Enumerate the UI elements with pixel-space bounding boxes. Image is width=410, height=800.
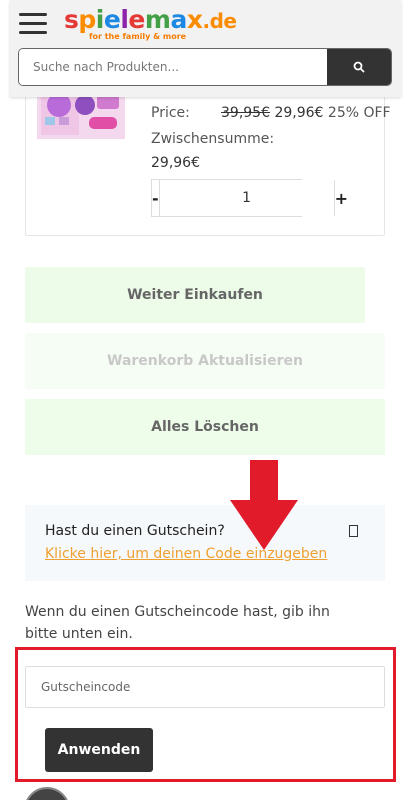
continue-shopping-button[interactable]: Weiter Einkaufen (25, 267, 365, 323)
search-input[interactable] (19, 49, 327, 85)
subtotal-value: 29,96€ (151, 155, 200, 171)
site-logo[interactable]: spielemax.de for the family & more (64, 5, 237, 43)
update-cart-button[interactable]: Warenkorb Aktualisieren (25, 333, 385, 389)
coupon-help-text: Wenn du einen Gutscheincode hast, gib ih… (25, 604, 330, 642)
annotation-arrow-icon (230, 460, 298, 550)
search-button[interactable] (327, 49, 391, 85)
coupon-code-input[interactable] (25, 666, 385, 708)
decrease-quantity-button[interactable]: - (152, 180, 159, 216)
subtotal-label: Zwischensumme: (151, 131, 275, 147)
price-row: Price: 39,95€ 29,96€ 25% OFF (151, 105, 391, 121)
sale-price: 29,96€ (274, 105, 324, 121)
quantity-stepper: - + (151, 179, 348, 217)
price-label: Price: (151, 105, 190, 121)
hamburger-menu-icon[interactable] (19, 13, 49, 35)
floating-badge[interactable] (24, 787, 70, 800)
apply-coupon-button[interactable]: Anwenden (45, 728, 153, 772)
site-header: spielemax.de for the family & more (10, 0, 401, 97)
increase-quantity-button[interactable]: + (335, 180, 348, 216)
clear-cart-button[interactable]: Alles Löschen (25, 399, 385, 455)
search-bar (18, 48, 392, 86)
search-icon (353, 61, 365, 73)
old-price: 39,95€ (221, 105, 270, 121)
placeholder-glyph-icon (349, 525, 358, 537)
coupon-notice: Hast du einen Gutschein? Klicke hier, um… (25, 505, 385, 581)
coupon-question: Hast du einen Gutschein? (45, 523, 225, 539)
discount-badge: 25% OFF (327, 105, 391, 121)
quantity-input[interactable] (158, 180, 335, 216)
logo-wordmark: spielemax.de (64, 5, 237, 34)
